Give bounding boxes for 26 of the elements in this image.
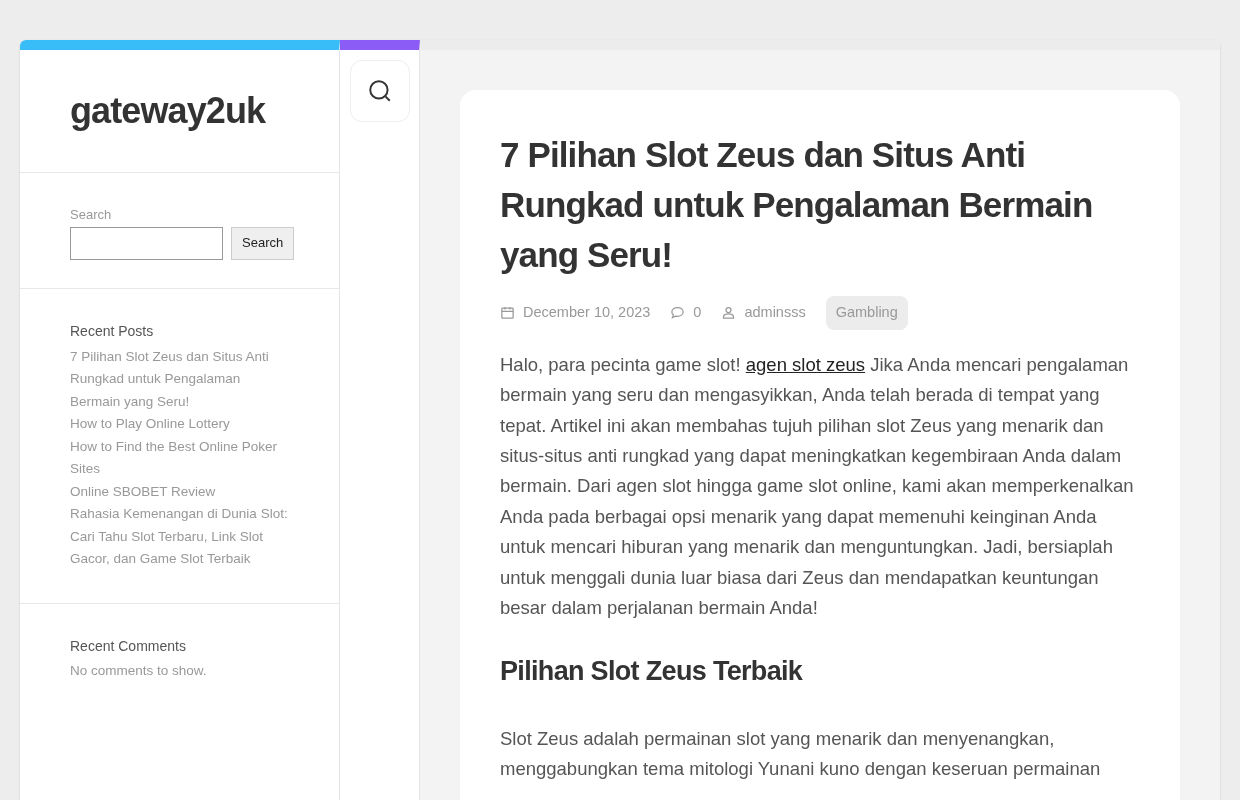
recent-post-link[interactable]: How to Play Online Lottery xyxy=(70,413,289,436)
recent-post-link[interactable]: Rahasia Kemenangan di Dunia Slot: Cari Tahu Slot Terbaru, Link Slot Gacor, dan Game Slot Terbaik xyxy=(70,503,289,571)
recent-post-link[interactable]: 7 Pilihan Slot Zeus dan Situs Anti Rungkad untuk Pengalaman Bermain yang Seru! xyxy=(70,345,289,413)
search-button[interactable]: Search xyxy=(231,226,295,260)
no-comments-text: No comments to show. xyxy=(70,661,208,680)
widget-heading: Recent Posts xyxy=(70,321,155,341)
section-heading: Pilihan Slot Zeus Terbaik xyxy=(500,655,804,689)
speech-bubble-icon xyxy=(670,305,686,321)
recent-post-link[interactable]: How to Find the Best Online Poker Sites xyxy=(70,435,289,481)
post-date[interactable]: December 10, 2023 xyxy=(523,302,651,324)
user-icon xyxy=(721,305,737,321)
calendar-icon xyxy=(500,305,515,321)
search-toggle-button[interactable] xyxy=(349,60,410,122)
article-title: 7 Pilihan Slot Zeus dan Situs Anti Rungkad untuk Pengalaman Bermain yang Seru! xyxy=(500,134,1094,276)
comment-count[interactable]: 0 xyxy=(693,302,702,324)
recent-post-link[interactable]: Online SBOBET Review xyxy=(70,480,289,503)
site-title[interactable]: gateway2uk xyxy=(70,84,266,138)
search-label: Search xyxy=(70,206,113,224)
search-icon xyxy=(366,78,393,104)
author-name[interactable]: adminsss xyxy=(744,302,806,324)
search-field[interactable] xyxy=(70,226,223,260)
article-link[interactable]: agen slot zeus xyxy=(745,353,866,375)
body-paragraph: Slot Zeus adalah permainan slot yang menarik dan menyenangkan, menggabungkan tema mitologi Yunani kuno dengan keseruan permainan xyxy=(500,726,1102,782)
widget-heading: Recent Comments xyxy=(70,636,187,656)
category-tag[interactable]: Gambling xyxy=(825,296,908,330)
intro-paragraph: Halo, para pecinta game slot! agen slot zeus Jika Anda mencari pengalaman bermain yang seru dan mengasyikkan, Anda telah berada di tempat yang tepat. Artikel ini akan membahas tujuh pilihan slot Zeus yang menarik dan situs-situs anti rungkad yang dapat meningkatkan kegembiraan Anda dalam bermain. Dari agen slot hingga game slot online, kami akan memperkenalkan Anda pada berbagai opsi menarik yang dapat memenuhi keinginan Anda untuk mencari hiburan yang menarik dan menguntungkan. Jadi, bersiaplah untuk menggali dunia luar biasa dari Zeus dan mendapatkan keuntungan besar dalam perjalanan bermain Anda! xyxy=(500,352,1135,620)
